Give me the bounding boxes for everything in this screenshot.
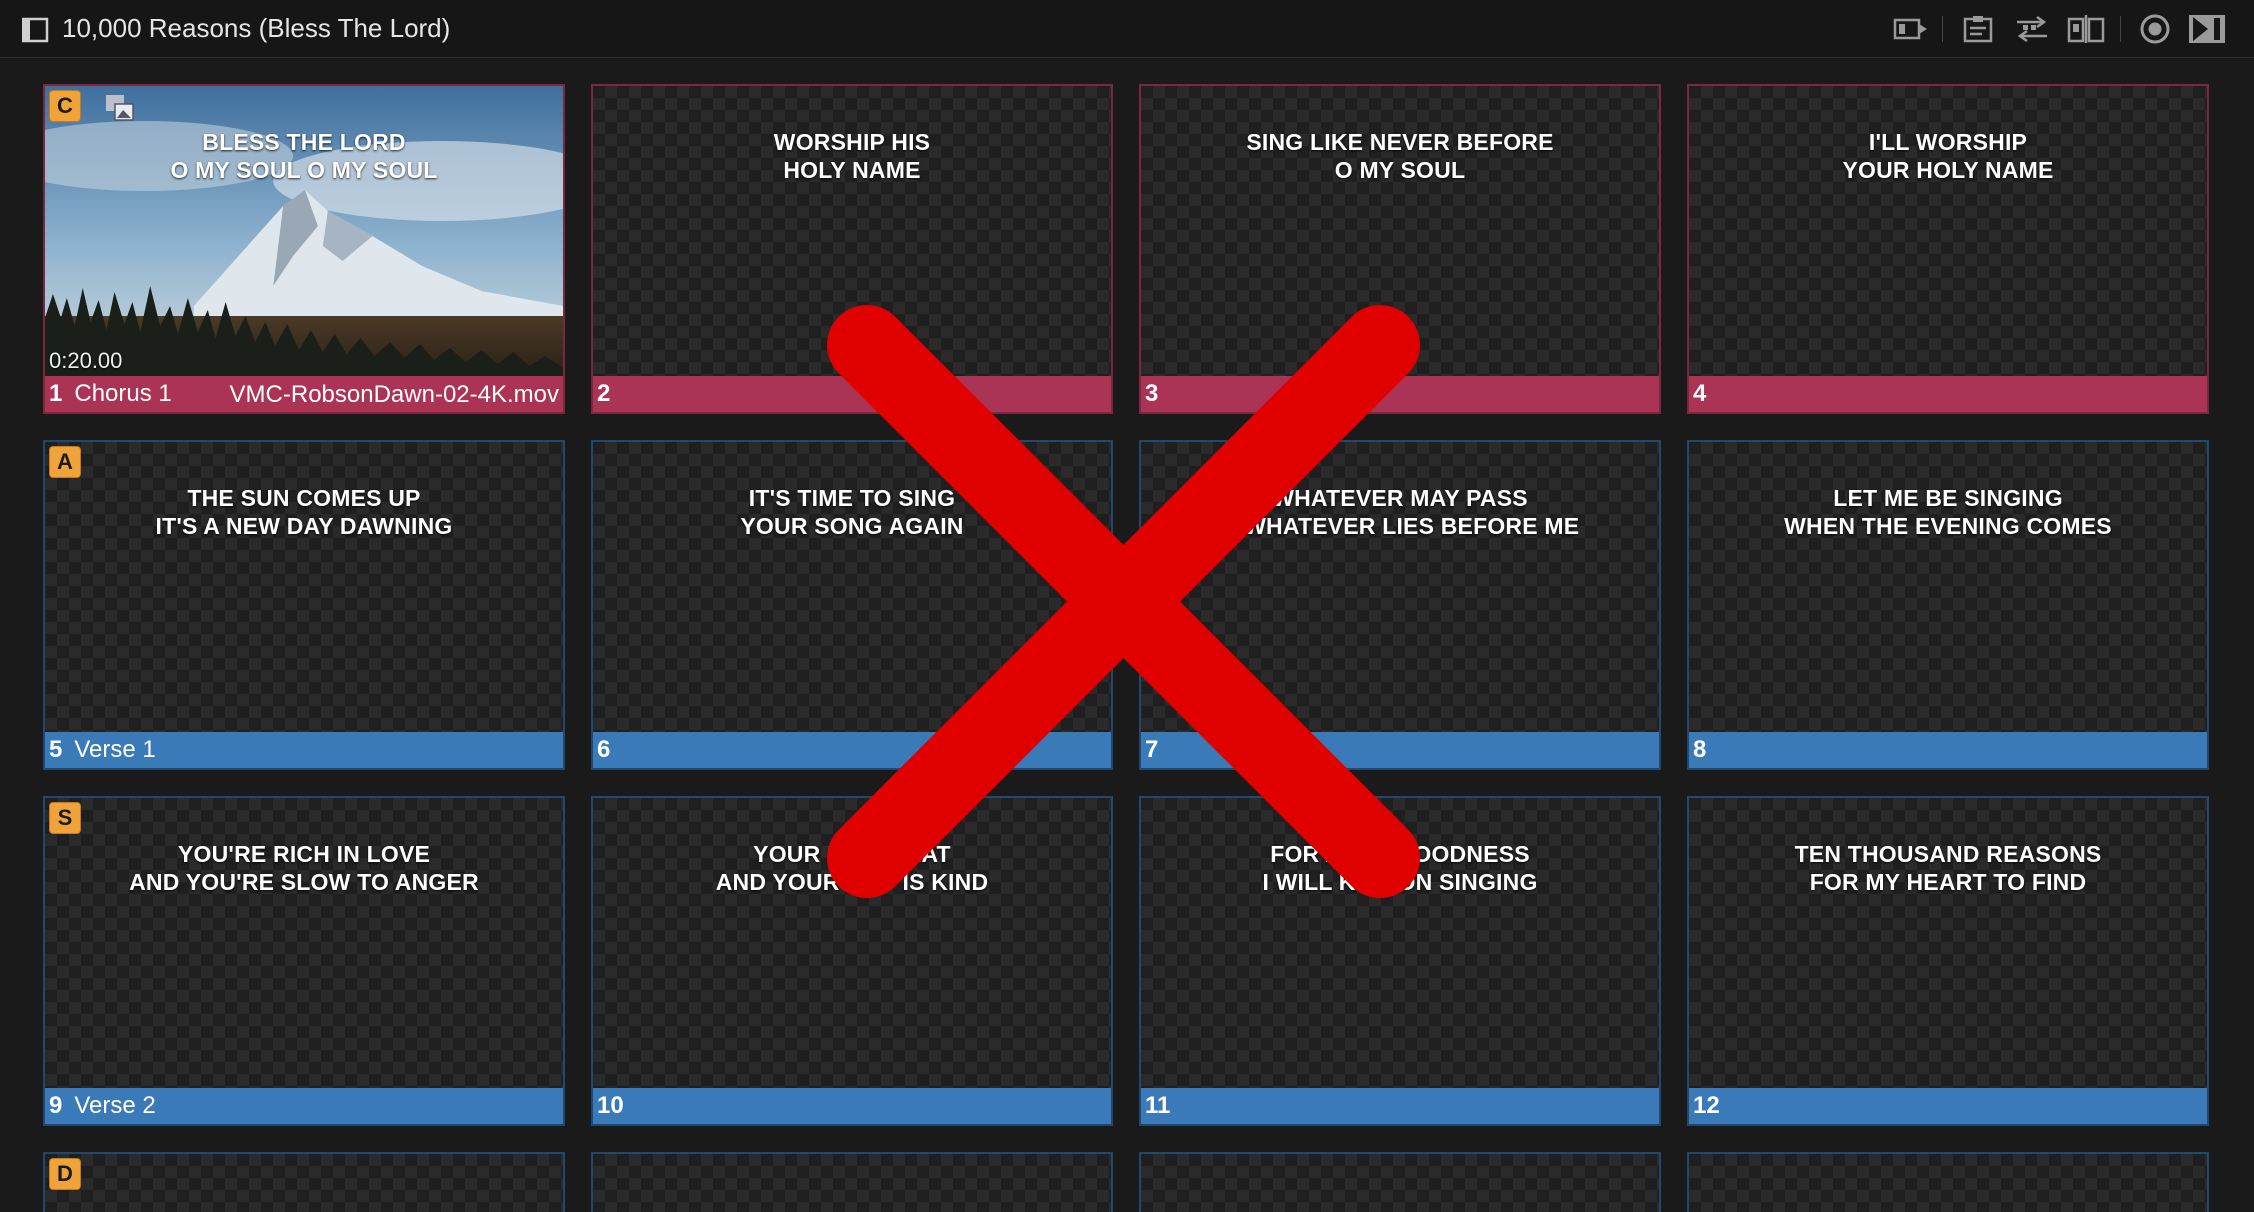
slide-number: 1	[49, 380, 63, 407]
slide-6[interactable]: IT'S TIME TO SING YOUR SONG AGAIN 6	[591, 440, 1113, 770]
lyric-line: YOUR HOLY NAME	[1842, 157, 2054, 183]
lyric-line: WHATEVER MAY PASS	[1272, 485, 1528, 511]
group-name: Verse 1	[74, 736, 156, 763]
split-view-icon[interactable]	[2067, 14, 2105, 44]
slide-lyrics: WORSHIP HIS HOLY NAME	[593, 128, 1111, 184]
group-hotkey-badge: A	[49, 446, 81, 478]
next-icon[interactable]	[2188, 14, 2226, 44]
slide-lyrics: SING LIKE NEVER BEFORE O MY SOUL	[1141, 128, 1659, 184]
lyric-line: YOU'RE RICH IN LOVE	[177, 841, 431, 867]
lyric-line: WORSHIP HIS	[773, 129, 931, 155]
slide-15[interactable]	[1139, 1152, 1661, 1212]
lyric-line: I'LL WORSHIP	[1868, 129, 2028, 155]
slide-4[interactable]: I'LL WORSHIP YOUR HOLY NAME 4	[1687, 84, 2209, 414]
slide-lyrics: I'LL WORSHIP YOUR HOLY NAME	[1689, 128, 2207, 184]
slide-lyrics: TEN THOUSAND REASONS FOR MY HEART TO FIN…	[1689, 840, 2207, 896]
slide-14[interactable]	[591, 1152, 1113, 1212]
slide-lyrics: YOU'RE RICH IN LOVE AND YOU'RE SLOW TO A…	[45, 840, 563, 896]
clipboard-icon[interactable]	[1962, 14, 1994, 44]
lyric-line: O MY SOUL O MY SOUL	[170, 157, 438, 183]
group-hotkey-badge: S	[49, 802, 81, 834]
slide-lyrics: WHATEVER MAY PASS D WHATEVER LIES BEFORE…	[1141, 484, 1659, 540]
output-icon[interactable]	[1893, 14, 1931, 44]
slide-3[interactable]: SING LIKE NEVER BEFORE O MY SOUL 3	[1139, 84, 1661, 414]
slide-number: 12	[1693, 1092, 1720, 1119]
lyric-line: SING LIKE NEVER BEFORE	[1246, 129, 1554, 155]
slide-7[interactable]: WHATEVER MAY PASS D WHATEVER LIES BEFORE…	[1139, 440, 1661, 770]
lyric-line: BLESS THE LORD	[202, 129, 406, 155]
slide-5[interactable]: A THE SUN COMES UP IT'S A NEW DAY DAWNIN…	[43, 440, 565, 770]
toolbar-divider	[2120, 16, 2121, 42]
slide-lyrics: BLESS THE LORD O MY SOUL O MY SOUL	[45, 128, 563, 184]
slide-label-bar: 3	[1141, 376, 1659, 412]
media-layer-icon	[106, 95, 134, 121]
media-timecode: 0:20.00	[49, 348, 123, 373]
group-name: Verse 2	[74, 1092, 156, 1119]
slide-number: 4	[1693, 380, 1707, 407]
slide-8[interactable]: LET ME BE SINGING WHEN THE EVENING COMES…	[1687, 440, 2209, 770]
lyric-line: D WHATEVER LIES BEFORE ME	[1220, 513, 1580, 539]
slide-number: 7	[1145, 736, 1159, 763]
arrange-icon[interactable]	[2013, 14, 2051, 44]
lyric-line: WHEN THE EVENING COMES	[1784, 513, 2112, 539]
lyric-line: FOR MY HEART TO FIND	[1809, 869, 2087, 895]
lyric-line: LET ME BE SINGING	[1833, 485, 2063, 511]
lyric-line: TEN THOUSAND REASONS	[1794, 841, 2102, 867]
slide-grid: C BLESS THE LORD O MY SOUL O MY SOUL 0:2…	[43, 84, 2209, 1126]
lyric-line: IT'S TIME TO SING	[748, 485, 956, 511]
slide-label-bar: 5 Verse 1	[45, 732, 563, 768]
slide-12[interactable]: TEN THOUSAND REASONS FOR MY HEART TO FIN…	[1687, 796, 2209, 1126]
slide-number: 11	[1145, 1092, 1171, 1119]
slide-label-bar: 2	[593, 376, 1111, 412]
media-filename: VMC-RobsonDawn-02-4K.mov	[229, 381, 559, 408]
lyric-line: FOR AL GOODNESS	[1270, 841, 1530, 867]
slide-label-bar: 11	[1141, 1088, 1659, 1124]
lyric-line: THE SUN COMES UP	[187, 485, 421, 511]
slide-label-bar: 7	[1141, 732, 1659, 768]
slide-label-bar: 8	[1689, 732, 2207, 768]
slide-lyrics: IT'S TIME TO SING YOUR SONG AGAIN	[593, 484, 1111, 540]
group-name: Chorus 1	[74, 380, 172, 407]
slide-9[interactable]: S YOU'RE RICH IN LOVE AND YOU'RE SLOW TO…	[43, 796, 565, 1126]
slide-label-bar: 4	[1689, 376, 2207, 412]
document-icon	[22, 17, 49, 43]
slide-10[interactable]: YOUR NA EAT AND YOUR H IS KIND 10	[591, 796, 1113, 1126]
slide-label-bar: 10	[593, 1088, 1111, 1124]
slide-label-bar: 1 Chorus 1 VMC-RobsonDawn-02-4K.mov	[45, 376, 563, 412]
lyric-line: HOLY NAME	[783, 157, 921, 183]
slide-label-bar: 6	[593, 732, 1111, 768]
lyric-line: YOUR NA EAT	[753, 841, 951, 867]
group-hotkey-badge: C	[49, 90, 81, 122]
title-bar: 10,000 Reasons (Bless The Lord)	[0, 0, 2254, 58]
presentation-title: 10,000 Reasons (Bless The Lord)	[62, 13, 451, 43]
slide-lyrics: YOUR NA EAT AND YOUR H IS KIND	[593, 840, 1111, 896]
lyric-line: I WILL KE ON SINGING	[1262, 869, 1538, 895]
toolbar-divider	[1942, 16, 1943, 42]
slide-2[interactable]: WORSHIP HIS HOLY NAME 2	[591, 84, 1113, 414]
group-hotkey-badge: D	[49, 1158, 81, 1190]
partial-slide-row: D	[43, 1152, 2209, 1212]
slide-number: 9	[49, 1092, 63, 1119]
record-icon[interactable]	[2138, 14, 2172, 44]
slide-number: 3	[1145, 380, 1159, 407]
slide-number: 5	[49, 736, 63, 763]
lyric-line: YOUR SONG AGAIN	[740, 513, 964, 539]
slide-1[interactable]: C BLESS THE LORD O MY SOUL O MY SOUL 0:2…	[43, 84, 565, 414]
slide-label-bar: 12	[1689, 1088, 2207, 1124]
slide-lyrics: FOR AL GOODNESS I WILL KE ON SINGING	[1141, 840, 1659, 896]
lyric-line: AND YOU'RE SLOW TO ANGER	[129, 869, 479, 895]
slide-number: 10	[597, 1092, 624, 1119]
slide-number: 2	[597, 380, 611, 407]
slide-label-bar: 9 Verse 2	[45, 1088, 563, 1124]
slide-11[interactable]: FOR AL GOODNESS I WILL KE ON SINGING 11	[1139, 796, 1661, 1126]
lyric-line: O MY SOUL	[1334, 157, 1466, 183]
lyric-line: AND YOUR H IS KIND	[715, 869, 989, 895]
slide-lyrics: LET ME BE SINGING WHEN THE EVENING COMES	[1689, 484, 2207, 540]
slide-16[interactable]	[1687, 1152, 2209, 1212]
slide-13[interactable]: D	[43, 1152, 565, 1212]
slide-number: 6	[597, 736, 611, 763]
lyric-line: IT'S A NEW DAY DAWNING	[155, 513, 453, 539]
slide-lyrics: THE SUN COMES UP IT'S A NEW DAY DAWNING	[45, 484, 563, 540]
slide-number: 8	[1693, 736, 1707, 763]
